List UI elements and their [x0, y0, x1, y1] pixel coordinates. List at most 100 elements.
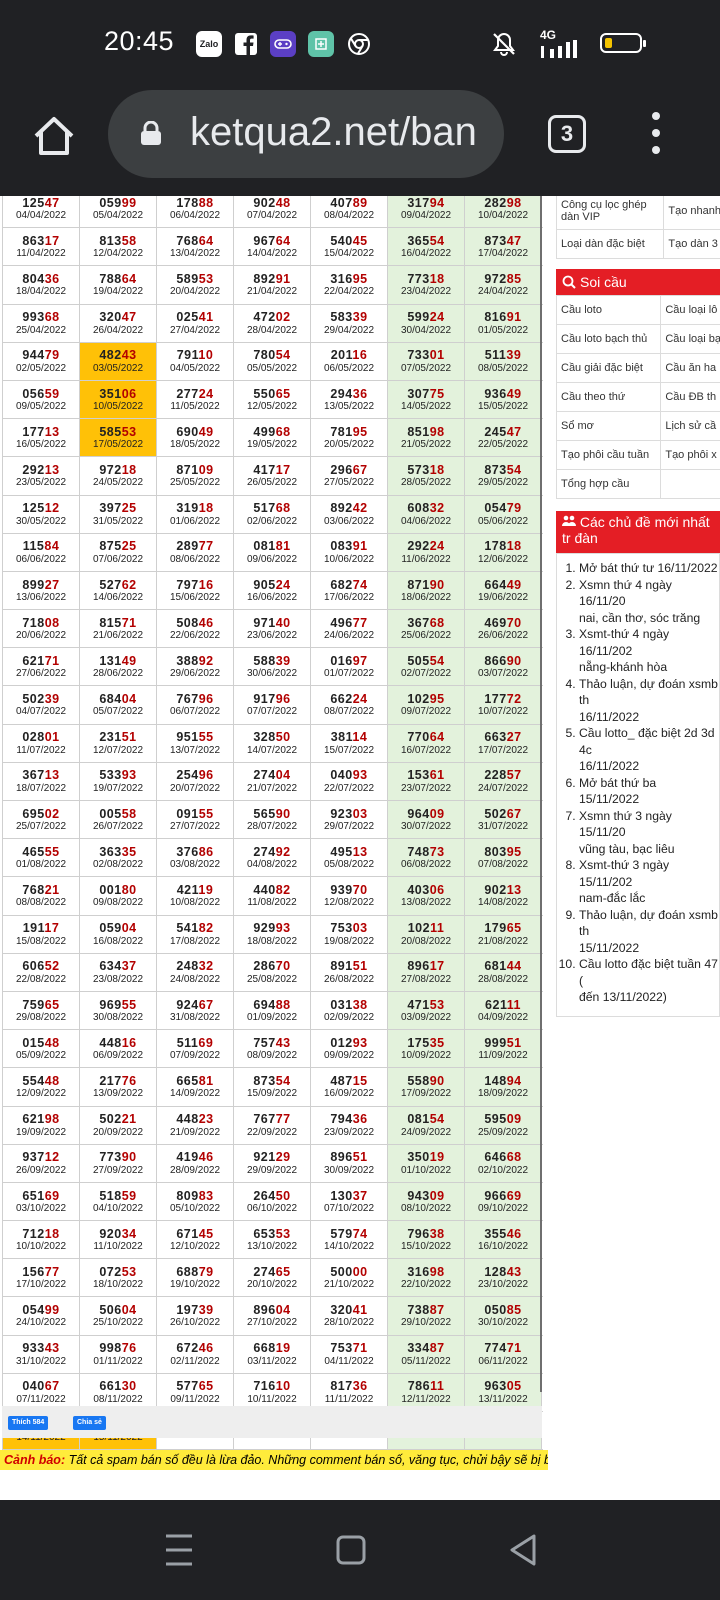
topic-link[interactable]: Xsmt-thứ 4 ngày 16/11/202 nẵng-khánh hòa: [579, 626, 719, 676]
recent-apps-icon[interactable]: [164, 1532, 194, 1573]
result-number: 01548: [22, 1035, 60, 1050]
soicau-link[interactable]: Tạo phôi cầu tuần: [555, 440, 662, 470]
result-cell: 00558 26/07/2022: [80, 801, 157, 839]
result-cell: 13037 07/10/2022: [311, 1182, 388, 1221]
result-date: 24/09/2022: [400, 1126, 452, 1138]
result-number: 63437: [99, 959, 137, 974]
soicau-link[interactable]: Sổ mơ: [555, 411, 662, 441]
home-nav-icon[interactable]: [336, 1532, 366, 1573]
facebook-share-button[interactable]: Chia sẻ: [73, 1416, 106, 1430]
result-number: 10295: [407, 692, 445, 707]
result-number: 50846: [176, 615, 214, 630]
result-number: 94309: [407, 1188, 445, 1203]
result-cell: 66327 17/07/2022: [465, 724, 542, 762]
result-cell: 92993 18/08/2022: [234, 915, 311, 953]
result-cell: 94309 08/10/2022: [388, 1182, 465, 1221]
result-number: 17772: [484, 692, 522, 707]
result-cell: 55065 12/05/2022: [234, 380, 311, 419]
result-number: 77064: [407, 730, 445, 745]
result-number: 01293: [330, 1035, 368, 1050]
result-cell: 24832 24/08/2022: [157, 953, 234, 991]
soicau-link[interactable]: Cầu loại bạ: [660, 324, 720, 354]
result-cell: 08181 09/06/2022: [234, 533, 311, 571]
topic-link[interactable]: Xsmt-thứ 3 ngày 15/11/202 nam-đắc lắc: [579, 857, 719, 907]
result-date: 20/04/2022: [169, 286, 221, 298]
tool-link[interactable]: Loại dàn đặc biệt: [555, 229, 665, 259]
topic-link[interactable]: Mở bát thứ ba 15/11/2022: [579, 775, 719, 808]
result-date: 13/10/2022: [246, 1241, 298, 1253]
back-icon[interactable]: [508, 1532, 538, 1573]
topic-link[interactable]: Thảo luận, dự đoán xsmb th 15/11/2022: [579, 907, 719, 957]
result-date: 01/07/2022: [323, 668, 375, 680]
topic-link[interactable]: Cầu lotto_ đặc biệt 2d 3d 4c 16/11/2022: [579, 725, 719, 775]
tab-switcher-button[interactable]: 3: [548, 115, 586, 153]
result-cell: 54045 15/04/2022: [311, 228, 388, 266]
table-row: 60652 22/08/2022 63437 23/08/2022 24832 24/08…: [3, 953, 543, 992]
result-date: 27/08/2022: [400, 973, 452, 985]
soicau-link[interactable]: Cầu ĐB th: [660, 382, 720, 412]
result-number: 15361: [407, 768, 445, 783]
soicau-link[interactable]: Lịch sử cầ: [660, 411, 720, 441]
tool-link[interactable]: Tạo nhanh: [663, 196, 720, 230]
result-date: 17/06/2022: [323, 591, 375, 603]
result-date: 16/06/2022: [246, 591, 298, 603]
result-date: 10/08/2022: [169, 897, 221, 909]
result-cell: 08154 24/09/2022: [388, 1106, 465, 1144]
home-icon[interactable]: [30, 112, 78, 160]
soicau-link[interactable]: Cầu loại lô: [660, 295, 720, 325]
result-date: 08/10/2022: [400, 1202, 452, 1214]
table-row: 71218 10/10/2022 92034 11/10/2022 67145 12/10…: [3, 1221, 543, 1260]
tool-link[interactable]: Tạo dàn 3: [663, 229, 720, 259]
result-number: 60652: [22, 959, 60, 974]
result-date: 14/08/2022: [477, 897, 529, 909]
result-cell: 00180 09/08/2022: [80, 877, 157, 915]
more-menu-icon[interactable]: [650, 112, 662, 160]
topic-link[interactable]: Cầu lotto đặc biệt tuần 47 ( đến 13/11/2…: [579, 956, 719, 1006]
result-date: 10/06/2022: [323, 553, 375, 565]
result-date: 04/11/2022: [324, 1355, 374, 1367]
result-cell: 80436 18/04/2022: [3, 266, 80, 304]
result-date: 13/08/2022: [400, 897, 452, 909]
result-cell: 29224 11/06/2022: [388, 533, 465, 571]
soicau-link[interactable]: Cầu giải đặc biệt: [555, 353, 662, 383]
soicau-link[interactable]: Tổng hợp cầu: [555, 469, 662, 499]
topic-link[interactable]: Xsmn thứ 4 ngày 16/11/20 nai, cần thơ, s…: [579, 577, 719, 627]
url-text[interactable]: ketqua2.net/ban: [190, 110, 490, 155]
soicau-link[interactable]: Cầu loto: [555, 295, 662, 325]
result-cell: 87354 15/09/2022: [234, 1068, 311, 1106]
result-cell: 47202 28/04/2022: [234, 304, 311, 342]
system-nav-bar: [0, 1500, 720, 1600]
result-date: 25/04/2022: [15, 324, 67, 336]
result-date: 16/07/2022: [400, 744, 452, 756]
result-date: 13/04/2022: [169, 248, 221, 260]
result-number: 80395: [484, 844, 522, 859]
result-number: 78054: [253, 348, 291, 363]
result-number: 99951: [484, 1035, 522, 1050]
topic-link[interactable]: Thảo luận, dự đoán xsmb th 16/11/2022: [579, 676, 719, 726]
result-cell: 96764 14/04/2022: [234, 228, 311, 266]
topic-link[interactable]: Mở bát thứ tư 16/11/2022: [579, 560, 719, 577]
soicau-link[interactable]: Cầu loto bạch thủ: [555, 324, 662, 354]
result-date: 14/06/2022: [92, 591, 144, 603]
soicau-link[interactable]: Tạo phôi x: [660, 440, 720, 470]
result-number: 66449: [484, 577, 522, 592]
result-date: 19/10/2022: [169, 1279, 221, 1291]
topic-link[interactable]: Xsmn thứ 3 ngày 15/11/20 vũng tàu, bạc l…: [579, 808, 719, 858]
result-cell: 53393 19/07/2022: [80, 762, 157, 800]
soicau-link[interactable]: Cầu theo thứ: [555, 382, 662, 412]
result-date: 18/09/2022: [477, 1088, 529, 1100]
result-number: 87347: [484, 233, 522, 248]
result-cell: 99368 25/04/2022: [3, 304, 80, 342]
lock-icon[interactable]: [140, 120, 162, 145]
result-cell: 75965 29/08/2022: [3, 991, 80, 1030]
result-cell: 96669 09/10/2022: [465, 1182, 542, 1221]
result-cell: 41717 26/05/2022: [234, 457, 311, 495]
result-date: 17/09/2022: [400, 1088, 452, 1100]
result-date: 25/07/2022: [15, 821, 67, 833]
result-number: 31918: [176, 501, 214, 516]
tool-link[interactable]: Công cụ lọc ghép dàn VIP: [555, 196, 665, 230]
soicau-link[interactable]: Cầu ăn ha: [660, 353, 720, 383]
result-number: 71808: [22, 615, 60, 630]
facebook-like-button[interactable]: Thích 584: [8, 1416, 49, 1430]
result-cell: 09155 27/07/2022: [157, 801, 234, 839]
